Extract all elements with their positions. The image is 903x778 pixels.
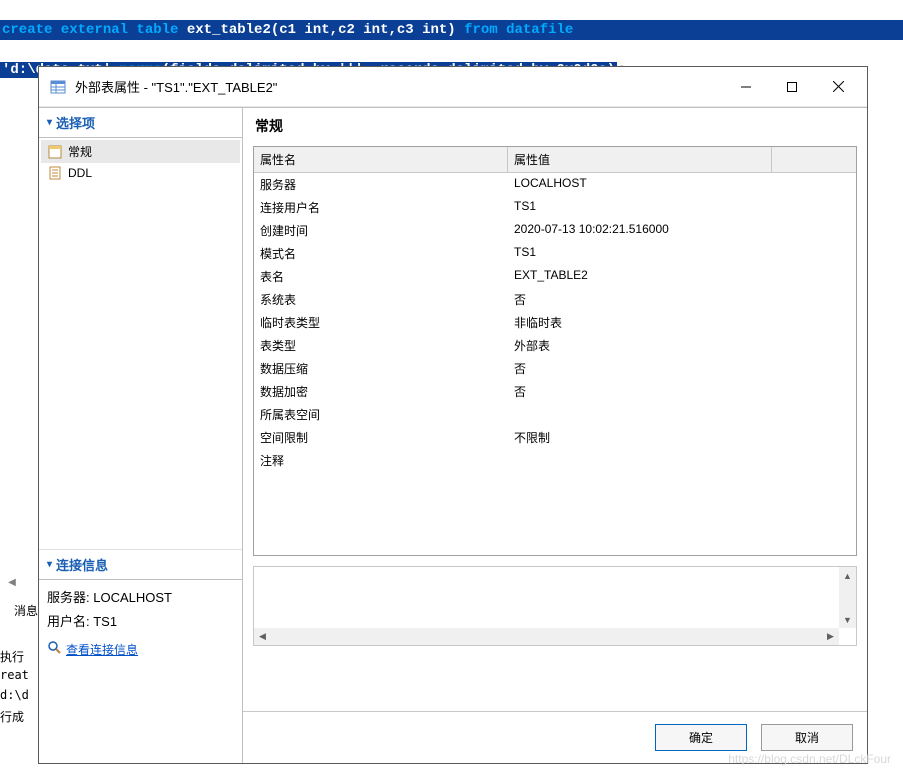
prop-value-cell: 否 <box>508 288 856 311</box>
scroll-right-icon[interactable]: ▶ <box>822 628 839 645</box>
prop-value-cell: TS1 <box>508 196 856 219</box>
prop-value-cell <box>508 449 856 472</box>
table-row[interactable]: 注释 <box>254 449 856 472</box>
prop-value-cell: LOCALHOST <box>508 173 856 196</box>
titlebar[interactable]: 外部表属性 - "TS1"."EXT_TABLE2" <box>39 67 867 107</box>
prop-name-cell: 服务器 <box>254 173 508 196</box>
option-general[interactable]: 常规 <box>41 140 240 163</box>
conn-user-row: 用户名: TS1 <box>47 610 234 634</box>
prop-name-cell: 表名 <box>254 265 508 288</box>
conn-header-label: 连接信息 <box>56 555 108 574</box>
prop-name-cell: 空间限制 <box>254 426 508 449</box>
prop-name-cell: 所属表空间 <box>254 403 508 426</box>
sql-kw: from datafile <box>464 22 573 38</box>
main-panel: 常规 属性名 属性值 服务器LOCALHOST连接用户名TS1创建时间2020-… <box>243 108 867 763</box>
table-row[interactable]: 连接用户名TS1 <box>254 196 856 219</box>
prop-name-cell: 临时表类型 <box>254 311 508 334</box>
connection-info: 服务器: LOCALHOST 用户名: TS1 查看连接信息 <box>39 580 242 668</box>
view-connection-link[interactable]: 查看连接信息 <box>66 638 138 662</box>
conn-section-header[interactable]: ▾ 连接信息 <box>39 550 242 580</box>
conn-link-row: 查看连接信息 <box>47 638 234 662</box>
prop-name-cell: 连接用户名 <box>254 196 508 219</box>
prop-name-cell: 创建时间 <box>254 219 508 242</box>
scroll-down-icon[interactable]: ▼ <box>839 611 856 628</box>
properties-dialog: 外部表属性 - "TS1"."EXT_TABLE2" ▾ 选择项 <box>38 66 868 764</box>
conn-user-label: 用户名: <box>47 614 93 629</box>
table-icon <box>49 78 67 96</box>
options-section-header[interactable]: ▾ 选择项 <box>39 108 242 138</box>
table-row[interactable]: 系统表否 <box>254 288 856 311</box>
prop-name-cell: 注释 <box>254 449 508 472</box>
collapse-icon: ▾ <box>47 559 52 570</box>
prop-value-cell <box>508 403 856 426</box>
grid-body: 服务器LOCALHOST连接用户名TS1创建时间2020-07-13 10:02… <box>254 173 856 555</box>
option-label: 常规 <box>68 143 92 160</box>
detail-text-area[interactable]: ▲ ▼ ◀ ▶ <box>253 566 857 646</box>
table-row[interactable]: 数据压缩否 <box>254 357 856 380</box>
sql-kw: create external table <box>2 22 178 38</box>
bg-text-fragment: reat <box>0 668 29 682</box>
conn-server-value: LOCALHOST <box>93 590 172 605</box>
table-row[interactable]: 所属表空间 <box>254 403 856 426</box>
col-header-value[interactable]: 属性值 <box>508 147 772 173</box>
bg-text-fragment: d:\d <box>0 688 29 702</box>
bg-text-fragment: 执行 <box>0 648 24 665</box>
col-header-name[interactable]: 属性名 <box>254 147 508 173</box>
minimize-button[interactable] <box>723 71 769 103</box>
table-row[interactable]: 临时表类型非临时表 <box>254 311 856 334</box>
option-label: DDL <box>68 166 92 180</box>
scroll-left-arrow[interactable]: ◀ <box>4 576 20 588</box>
collapse-icon: ▾ <box>47 117 52 128</box>
table-row[interactable]: 创建时间2020-07-13 10:02:21.516000 <box>254 219 856 242</box>
messages-tab[interactable]: 消息 <box>14 602 38 619</box>
prop-value-cell: 非临时表 <box>508 311 856 334</box>
prop-value-cell: 2020-07-13 10:02:21.516000 <box>508 219 856 242</box>
left-panel: ▾ 选择项 常规 DDL ▾ 连接信息 <box>39 108 243 763</box>
cancel-button[interactable]: 取消 <box>761 724 853 751</box>
prop-value-cell: 否 <box>508 357 856 380</box>
table-row[interactable]: 表类型外部表 <box>254 334 856 357</box>
horizontal-scrollbar[interactable]: ◀ ▶ <box>254 628 839 645</box>
options-header-label: 选择项 <box>56 113 95 132</box>
dialog-button-bar: 确定 取消 <box>243 711 867 763</box>
col-header-spacer <box>772 147 856 173</box>
prop-name-cell: 数据加密 <box>254 380 508 403</box>
prop-name-cell: 系统表 <box>254 288 508 311</box>
sql-text: ext_table2(c1 int,c2 int,c3 int) <box>178 22 464 38</box>
bg-text-fragment: 行成 <box>0 708 24 725</box>
page-icon <box>47 145 63 159</box>
doc-icon <box>47 166 63 180</box>
prop-name-cell: 表类型 <box>254 334 508 357</box>
scroll-left-icon[interactable]: ◀ <box>254 628 271 645</box>
table-row[interactable]: 服务器LOCALHOST <box>254 173 856 196</box>
prop-value-cell: TS1 <box>508 242 856 265</box>
prop-value-cell: 否 <box>508 380 856 403</box>
ok-button[interactable]: 确定 <box>655 724 747 751</box>
scroll-up-icon[interactable]: ▲ <box>839 567 856 584</box>
prop-value-cell: 不限制 <box>508 426 856 449</box>
prop-value-cell: EXT_TABLE2 <box>508 265 856 288</box>
grid-header: 属性名 属性值 <box>254 147 856 173</box>
magnify-icon <box>47 638 61 662</box>
table-row[interactable]: 模式名TS1 <box>254 242 856 265</box>
prop-value-cell: 外部表 <box>508 334 856 357</box>
option-ddl[interactable]: DDL <box>41 163 240 183</box>
maximize-button[interactable] <box>769 71 815 103</box>
prop-name-cell: 模式名 <box>254 242 508 265</box>
table-row[interactable]: 空间限制不限制 <box>254 426 856 449</box>
conn-server-label: 服务器: <box>47 590 93 605</box>
prop-name-cell: 数据压缩 <box>254 357 508 380</box>
table-row[interactable]: 数据加密否 <box>254 380 856 403</box>
dialog-title: 外部表属性 - "TS1"."EXT_TABLE2" <box>75 77 277 96</box>
properties-grid: 属性名 属性值 服务器LOCALHOST连接用户名TS1创建时间2020-07-… <box>253 146 857 556</box>
main-title: 常规 <box>243 108 867 142</box>
close-button[interactable] <box>815 71 861 103</box>
conn-server-row: 服务器: LOCALHOST <box>47 586 234 610</box>
conn-user-value: TS1 <box>93 614 117 629</box>
table-row[interactable]: 表名EXT_TABLE2 <box>254 265 856 288</box>
vertical-scrollbar[interactable]: ▲ ▼ <box>839 567 856 628</box>
options-list: 常规 DDL <box>39 138 242 550</box>
